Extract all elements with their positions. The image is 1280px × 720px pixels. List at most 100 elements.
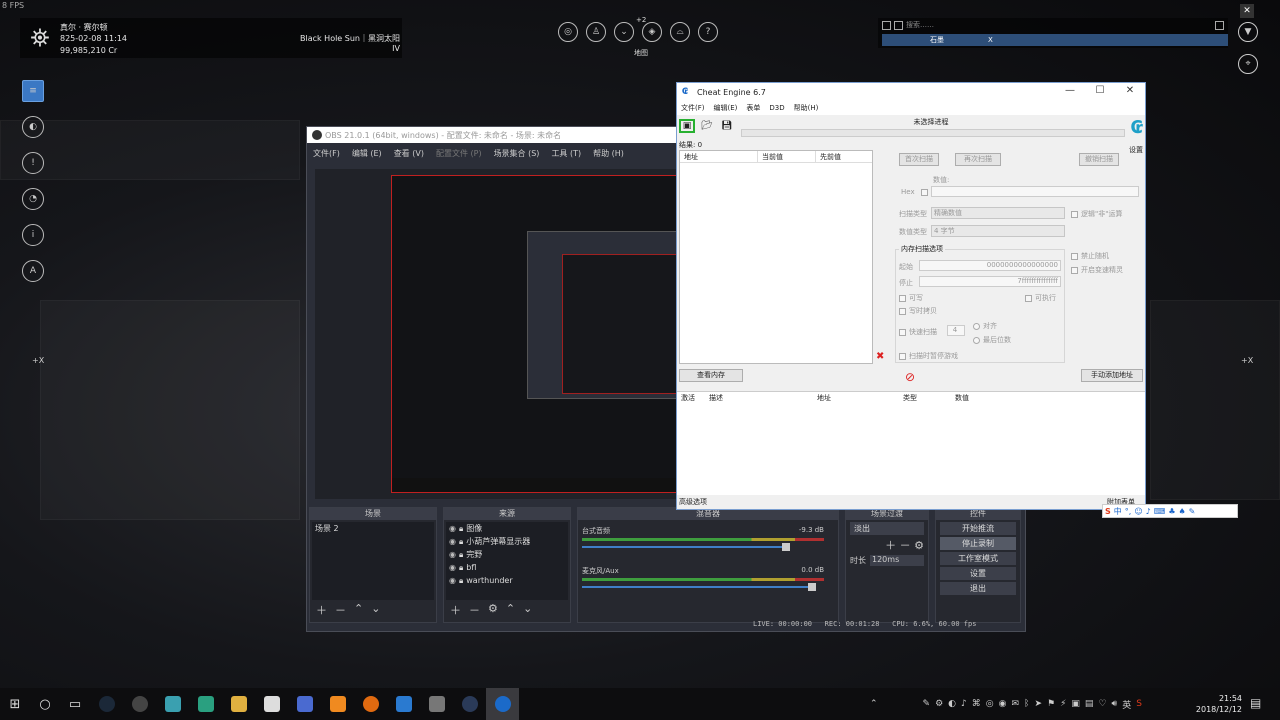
ce-settings-logo-icon[interactable]: ₢	[1128, 117, 1146, 139]
tray-icon[interactable]: ▣	[1071, 699, 1080, 709]
first-scan-button[interactable]: 首次扫描	[899, 153, 939, 166]
col-data[interactable]: 数值	[951, 392, 1011, 404]
open-process-icon[interactable]: ▣	[679, 119, 695, 133]
view-memory-button[interactable]: 查看内存	[679, 369, 743, 382]
up-icon[interactable]: ⌃	[354, 602, 363, 618]
gear-icon[interactable]: ⚙	[914, 539, 924, 552]
add-icon[interactable]: ＋	[316, 602, 327, 618]
obs-menu-view[interactable]: 查看 (V)	[394, 148, 424, 159]
speedhack-checkbox[interactable]: 开启变速精灵	[1071, 265, 1123, 275]
helmet-icon[interactable]: ⌓	[670, 22, 690, 42]
map-icon[interactable]: ◈	[642, 22, 662, 42]
found-address-list[interactable]: 地址 当前值 先前值	[679, 150, 873, 364]
search-clear-icon[interactable]	[1215, 20, 1224, 30]
obs-menu-profile[interactable]: 配置文件 (P)	[436, 148, 482, 159]
ime-mode-icon[interactable]: 中	[1114, 506, 1122, 517]
pilot-icon[interactable]: ♙	[586, 22, 606, 42]
fast-scan-value[interactable]: 4	[947, 325, 965, 336]
stop-recording-button[interactable]: 停止录制	[940, 537, 1016, 550]
not-op-checkbox[interactable]: 逻辑"非"运算	[1071, 209, 1122, 219]
next-scan-button[interactable]: 再次扫描	[955, 153, 1001, 166]
gauge-icon[interactable]: ◔	[22, 188, 44, 210]
scene-item[interactable]: 场景 2	[312, 522, 434, 535]
settings-label[interactable]: 设置	[1129, 145, 1143, 155]
source-item[interactable]: ◉ 🔒︎ 完野	[446, 548, 568, 561]
ce-menu-file[interactable]: 文件(F)	[681, 103, 705, 113]
tray-icon[interactable]: ♪	[961, 699, 967, 709]
col-type[interactable]: 类型	[899, 392, 951, 404]
ce-menu-d3d[interactable]: D3D	[769, 104, 784, 112]
taskbar-app-plane[interactable]	[420, 688, 453, 720]
tray-icon[interactable]: ✎	[923, 699, 931, 709]
add-icon[interactable]: ＋	[885, 539, 896, 552]
search-input[interactable]: 搜索……	[906, 20, 1212, 30]
info-icon[interactable]: i	[22, 224, 44, 246]
tray-icon[interactable]: ♡	[1098, 699, 1106, 709]
mic-icon[interactable]: ♪	[1146, 507, 1151, 516]
start-address-field[interactable]: 0000000000000000	[919, 260, 1061, 271]
search-tab[interactable]: 石墨	[930, 35, 944, 45]
chevron-up-icon[interactable]: ⌃	[870, 699, 878, 709]
last-digits-radio[interactable]: 最后位数	[973, 335, 1011, 345]
slider-handle[interactable]	[808, 583, 817, 591]
save-icon[interactable]: 💾︎	[719, 119, 735, 133]
chevron-down-icon[interactable]: ⌄	[614, 22, 634, 42]
tray-icon[interactable]: ✉	[1012, 699, 1020, 709]
gear-icon[interactable]: ⚙	[488, 602, 498, 618]
duration-field[interactable]: 120ms	[870, 555, 924, 566]
taskbar-app-steam2[interactable]	[453, 688, 486, 720]
eye-icon[interactable]: ◉	[449, 524, 456, 533]
copy-on-write-checkbox[interactable]: 写时拷贝	[899, 306, 937, 316]
up-icon[interactable]: ⌃	[506, 602, 515, 618]
obs-menu-scenecollection[interactable]: 场景集合 (S)	[494, 148, 540, 159]
down-icon[interactable]: ⌄	[523, 602, 532, 618]
tray-icon[interactable]: ⚙	[935, 699, 943, 709]
windows-start-icon[interactable]: ⊞	[0, 688, 30, 720]
network-icon[interactable]: ▤	[1085, 699, 1094, 709]
location-pin-icon[interactable]: ⌖	[1238, 54, 1258, 74]
source-item[interactable]: ◉ 🔒︎ 小葫芦弹幕显示器	[446, 535, 568, 548]
stop-address-field[interactable]: 7fffffffffffffff	[919, 276, 1061, 287]
taskbar-app-qq[interactable]	[354, 688, 387, 720]
add-address-button[interactable]: 手动添加地址	[1081, 369, 1143, 382]
help-icon[interactable]: ?	[698, 22, 718, 42]
notification-icon[interactable]: ▤	[1250, 696, 1261, 710]
add-icon[interactable]: ＋	[450, 602, 461, 618]
executable-checkbox[interactable]: 可执行	[1025, 293, 1056, 303]
scan-type-select[interactable]: 精确数值	[931, 207, 1065, 219]
taskbar-app-cheatengine[interactable]	[486, 688, 519, 720]
search-icon[interactable]: ○	[30, 688, 60, 720]
ship-icon[interactable]: ◐	[22, 116, 44, 138]
remove-icon[interactable]: －	[335, 602, 346, 618]
tray-icon[interactable]: ◉	[999, 699, 1007, 709]
lock-icon[interactable]: 🔒︎	[459, 550, 463, 560]
taskbar-app-orange[interactable]	[321, 688, 354, 720]
obs-menu-file[interactable]: 文件(F)	[313, 148, 340, 159]
studio-mode-button[interactable]: 工作室模式	[940, 552, 1016, 565]
alert-icon[interactable]: !	[22, 152, 44, 174]
fast-scan-checkbox[interactable]: 快速扫描	[899, 327, 937, 337]
tools-icon[interactable]: ✎	[1189, 507, 1196, 516]
autopilot-icon[interactable]: A	[22, 260, 44, 282]
lock-icon[interactable]: 🔒︎	[459, 563, 463, 573]
hex-checkbox[interactable]	[921, 189, 928, 196]
maximize-icon[interactable]: ☐	[1093, 85, 1107, 96]
eye-icon[interactable]: ◉	[449, 550, 456, 559]
taskbar-app-game[interactable]	[156, 688, 189, 720]
volume-slider[interactable]	[582, 543, 790, 551]
taskbar-app-blue[interactable]	[387, 688, 420, 720]
undo-scan-button[interactable]: 撤销扫描	[1079, 153, 1119, 166]
obs-menu-edit[interactable]: 编辑 (E)	[352, 148, 382, 159]
eye-icon[interactable]: ◉	[449, 537, 456, 546]
source-item[interactable]: ◉ 🔒︎ warthunder	[446, 574, 568, 587]
exit-button[interactable]: 退出	[940, 582, 1016, 595]
filter-checkbox[interactable]	[882, 20, 891, 30]
navigation-icon[interactable]: ▼	[1238, 22, 1258, 42]
target-icon[interactable]: ◎	[558, 22, 578, 42]
cheat-table[interactable]: 激活 描述 地址 类型 数值	[677, 391, 1145, 495]
taskbar-app-folder[interactable]	[222, 688, 255, 720]
disable-random-checkbox[interactable]: 禁止随机	[1071, 251, 1109, 261]
close-icon[interactable]: ✕	[1123, 85, 1137, 96]
remove-icon[interactable]: －	[900, 539, 911, 552]
ce-menu-help[interactable]: 帮助(H)	[794, 103, 819, 113]
